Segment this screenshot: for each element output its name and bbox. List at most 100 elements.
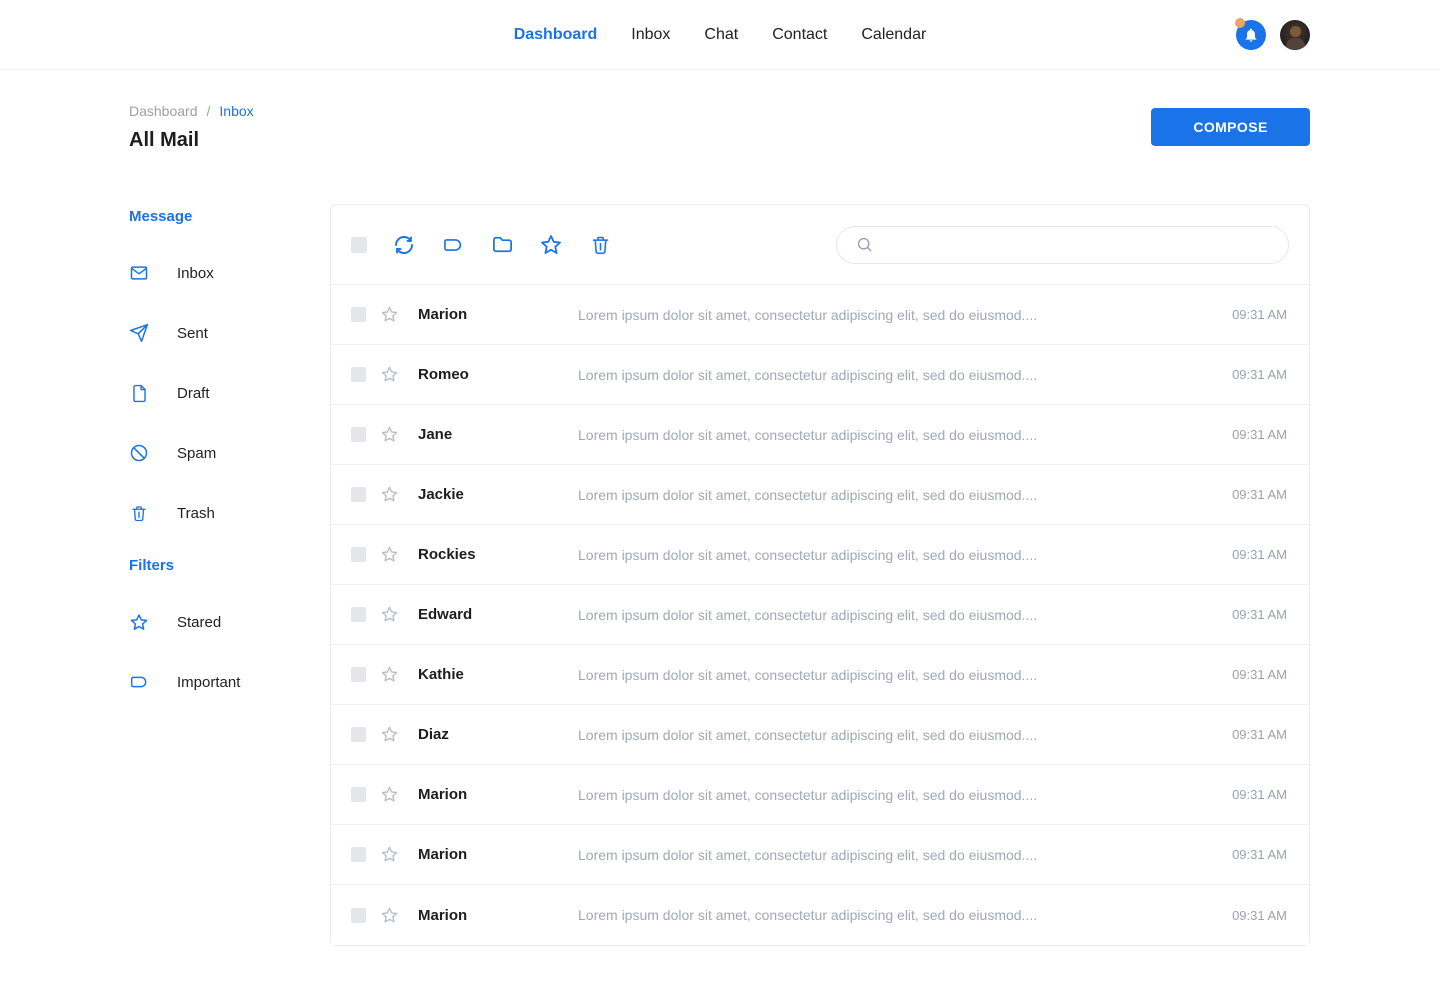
mail-sender: Kathie bbox=[418, 666, 578, 683]
sidebar-item-label: Important bbox=[177, 674, 240, 691]
row-checkbox[interactable] bbox=[351, 367, 366, 382]
compose-button[interactable]: COMPOSE bbox=[1151, 108, 1310, 146]
sidebar-item-important[interactable]: Important bbox=[129, 652, 330, 712]
mail-preview: Lorem ipsum dolor sit amet, consectetur … bbox=[578, 427, 1232, 443]
sidebar-item-label: Spam bbox=[177, 445, 216, 462]
sidebar-item-stared[interactable]: Stared bbox=[129, 592, 330, 652]
page-title: All Mail bbox=[129, 129, 254, 152]
mail-time: 09:31 AM bbox=[1232, 667, 1287, 682]
sidebar-item-draft[interactable]: Draft bbox=[129, 363, 330, 423]
row-checkbox[interactable] bbox=[351, 547, 366, 562]
mail-preview: Lorem ipsum dolor sit amet, consectetur … bbox=[578, 847, 1232, 863]
row-star-icon[interactable] bbox=[379, 725, 399, 745]
mail-preview: Lorem ipsum dolor sit amet, consectetur … bbox=[578, 907, 1232, 923]
mail-row[interactable]: Jackie Lorem ipsum dolor sit amet, conse… bbox=[331, 465, 1309, 525]
sidebar-item-label: Draft bbox=[177, 385, 210, 402]
mail-row[interactable]: Marion Lorem ipsum dolor sit amet, conse… bbox=[331, 885, 1309, 945]
row-checkbox[interactable] bbox=[351, 667, 366, 682]
mail-preview: Lorem ipsum dolor sit amet, consectetur … bbox=[578, 667, 1232, 683]
sidebar-item-label: Sent bbox=[177, 325, 208, 342]
nav-item-chat[interactable]: Chat bbox=[704, 26, 738, 44]
search-input[interactable] bbox=[884, 237, 1274, 253]
mail-row[interactable]: Rockies Lorem ipsum dolor sit amet, cons… bbox=[331, 525, 1309, 585]
breadcrumb-dashboard[interactable]: Dashboard bbox=[129, 103, 198, 119]
mail-sender: Romeo bbox=[418, 366, 578, 383]
breadcrumb-inbox[interactable]: Inbox bbox=[219, 103, 253, 119]
sidebar-heading-message: Message bbox=[129, 208, 330, 225]
mail-row[interactable]: Kathie Lorem ipsum dolor sit amet, conse… bbox=[331, 645, 1309, 705]
row-star-icon[interactable] bbox=[379, 605, 399, 625]
row-star-icon[interactable] bbox=[379, 785, 399, 805]
row-star-icon[interactable] bbox=[379, 365, 399, 385]
content: Message Inbox Sent bbox=[129, 204, 1310, 946]
draft-icon bbox=[129, 383, 149, 403]
nav-item-contact[interactable]: Contact bbox=[772, 26, 827, 44]
spam-icon bbox=[129, 443, 149, 463]
nav-item-dashboard[interactable]: Dashboard bbox=[514, 26, 598, 44]
mail-sender: Marion bbox=[418, 907, 578, 924]
notification-bell-icon[interactable] bbox=[1236, 20, 1266, 50]
star-icon[interactable] bbox=[539, 233, 563, 257]
sidebar-item-sent[interactable]: Sent bbox=[129, 303, 330, 363]
row-checkbox[interactable] bbox=[351, 847, 366, 862]
row-star-icon[interactable] bbox=[379, 545, 399, 565]
row-star-icon[interactable] bbox=[379, 905, 399, 925]
mail-row[interactable]: Jane Lorem ipsum dolor sit amet, consect… bbox=[331, 405, 1309, 465]
row-checkbox[interactable] bbox=[351, 427, 366, 442]
mail-preview: Lorem ipsum dolor sit amet, consectetur … bbox=[578, 307, 1232, 323]
page-header: Dashboard / Inbox All Mail COMPOSE bbox=[129, 103, 1310, 152]
select-all-checkbox[interactable] bbox=[351, 237, 367, 253]
mail-row[interactable]: Romeo Lorem ipsum dolor sit amet, consec… bbox=[331, 345, 1309, 405]
mail-sender: Marion bbox=[418, 786, 578, 803]
mail-row[interactable]: Marion Lorem ipsum dolor sit amet, conse… bbox=[331, 825, 1309, 885]
envelope-icon bbox=[129, 263, 149, 283]
mail-toolbar bbox=[331, 205, 1309, 285]
row-checkbox[interactable] bbox=[351, 908, 366, 923]
mail-preview: Lorem ipsum dolor sit amet, consectetur … bbox=[578, 727, 1232, 743]
mail-row[interactable]: Marion Lorem ipsum dolor sit amet, conse… bbox=[331, 765, 1309, 825]
breadcrumb-title-block: Dashboard / Inbox All Mail bbox=[129, 103, 254, 152]
sidebar-message-group: Inbox Sent Draft bbox=[129, 243, 330, 543]
row-checkbox[interactable] bbox=[351, 607, 366, 622]
row-checkbox[interactable] bbox=[351, 307, 366, 322]
label-icon bbox=[129, 672, 149, 692]
nav-item-calendar[interactable]: Calendar bbox=[861, 26, 926, 44]
mail-row[interactable]: Diaz Lorem ipsum dolor sit amet, consect… bbox=[331, 705, 1309, 765]
mail-time: 09:31 AM bbox=[1232, 487, 1287, 502]
folder-icon[interactable] bbox=[490, 233, 514, 257]
row-star-icon[interactable] bbox=[379, 305, 399, 325]
mail-row[interactable]: Marion Lorem ipsum dolor sit amet, conse… bbox=[331, 285, 1309, 345]
row-checkbox[interactable] bbox=[351, 487, 366, 502]
trash-icon[interactable] bbox=[588, 233, 612, 257]
nav-right bbox=[1236, 20, 1310, 50]
breadcrumb-separator: / bbox=[207, 103, 211, 119]
bell-glyph-icon bbox=[1243, 27, 1259, 43]
mail-time: 09:31 AM bbox=[1232, 367, 1287, 382]
mail-preview: Lorem ipsum dolor sit amet, consectetur … bbox=[578, 607, 1232, 623]
notification-badge bbox=[1235, 18, 1245, 28]
row-star-icon[interactable] bbox=[379, 845, 399, 865]
mail-sender: Jackie bbox=[418, 486, 578, 503]
mail-time: 09:31 AM bbox=[1232, 307, 1287, 322]
nav-item-inbox[interactable]: Inbox bbox=[631, 26, 670, 44]
sidebar-item-trash[interactable]: Trash bbox=[129, 483, 330, 543]
mail-panel: Marion Lorem ipsum dolor sit amet, conse… bbox=[330, 204, 1310, 946]
row-checkbox[interactable] bbox=[351, 727, 366, 742]
mail-time: 09:31 AM bbox=[1232, 908, 1287, 923]
label-icon[interactable] bbox=[441, 233, 465, 257]
user-avatar[interactable] bbox=[1280, 20, 1310, 50]
sidebar-item-spam[interactable]: Spam bbox=[129, 423, 330, 483]
sidebar-item-label: Inbox bbox=[177, 265, 214, 282]
refresh-icon[interactable] bbox=[392, 233, 416, 257]
row-star-icon[interactable] bbox=[379, 665, 399, 685]
mail-time: 09:31 AM bbox=[1232, 787, 1287, 802]
search-bar[interactable] bbox=[836, 226, 1289, 264]
sidebar-item-inbox[interactable]: Inbox bbox=[129, 243, 330, 303]
top-nav: Dashboard Inbox Chat Contact Calendar bbox=[0, 0, 1440, 70]
row-star-icon[interactable] bbox=[379, 485, 399, 505]
row-star-icon[interactable] bbox=[379, 425, 399, 445]
row-checkbox[interactable] bbox=[351, 787, 366, 802]
mail-row[interactable]: Edward Lorem ipsum dolor sit amet, conse… bbox=[331, 585, 1309, 645]
mail-time: 09:31 AM bbox=[1232, 607, 1287, 622]
mail-sender: Rockies bbox=[418, 546, 578, 563]
